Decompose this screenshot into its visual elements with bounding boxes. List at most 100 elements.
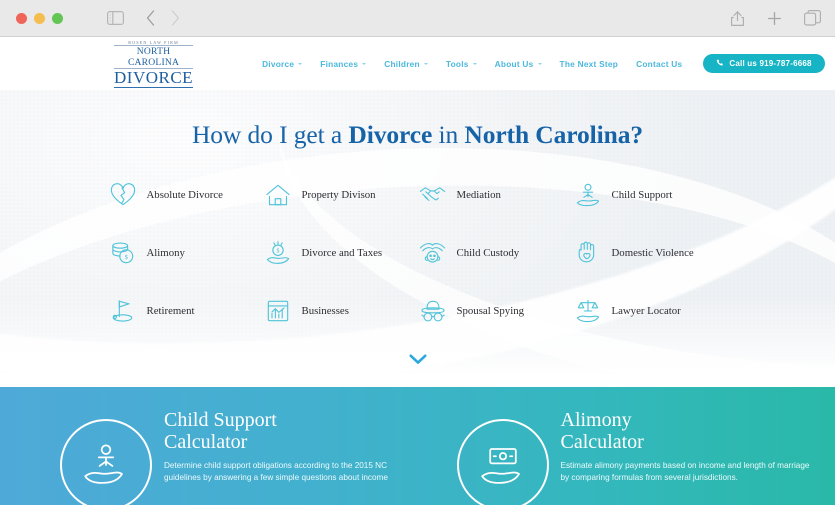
plus-icon[interactable] xyxy=(767,11,782,26)
child-on-hand-icon xyxy=(60,419,152,505)
nav-item-tools[interactable]: Tools xyxy=(437,59,486,69)
phone-icon xyxy=(716,59,724,69)
coins-icon: $ xyxy=(108,238,138,268)
share-icon[interactable] xyxy=(730,10,745,27)
chevron-down-icon xyxy=(298,62,303,65)
child-support-text: Child Support Calculator Determine child… xyxy=(162,409,439,505)
topic-label: Child Support xyxy=(611,189,673,201)
topic-divorce-and-taxes[interactable]: $ Divorce and Taxes xyxy=(263,238,418,268)
nav-label: The Next Step xyxy=(559,58,619,69)
topic-businesses[interactable]: Businesses xyxy=(263,296,418,326)
nav-label: Contact Us xyxy=(636,58,683,69)
calculator-title-line2: Calculator xyxy=(560,431,644,453)
topic-label: Spousal Spying xyxy=(456,305,525,317)
topic-label: Absolute Divorce xyxy=(146,189,223,201)
coin-on-hand-icon: $ xyxy=(263,238,293,268)
scales-on-hand-icon xyxy=(573,296,603,326)
chevron-down-icon xyxy=(537,62,542,65)
child-under-hands-icon xyxy=(418,238,448,268)
nav-item-children[interactable]: Children xyxy=(375,59,437,69)
nav-item-contact-us[interactable]: Contact Us xyxy=(627,59,691,69)
close-window-button[interactable] xyxy=(16,12,27,24)
window-traffic-lights xyxy=(16,12,63,24)
calculator-title-line1: Alimony xyxy=(560,409,632,431)
topic-label: Divorce and Taxes xyxy=(301,247,383,259)
svg-text:$: $ xyxy=(124,254,128,261)
topic-label: Domestic Violence xyxy=(611,247,694,259)
child-support-calculator-card[interactable]: Child Support Calculator Determine child… xyxy=(0,387,439,505)
calculator-title-line2: Calculator xyxy=(164,431,248,453)
svg-text:$: $ xyxy=(276,248,279,255)
spy-hat-glasses-icon xyxy=(418,296,448,326)
chevron-down-icon xyxy=(362,62,367,65)
topic-label: Businesses xyxy=(301,305,349,317)
title-bold-north-carolina: North Carolina? xyxy=(464,120,644,149)
topic-label: Child Custody xyxy=(456,247,520,259)
topic-child-custody[interactable]: Child Custody xyxy=(418,238,573,268)
main-navigation: Divorce Finances Children Tools About Us… xyxy=(253,54,835,73)
sidebar-icon[interactable] xyxy=(107,11,124,25)
money-on-hand-icon xyxy=(456,419,549,505)
topic-alimony[interactable]: $ Alimony xyxy=(108,238,263,268)
topic-spousal-spying[interactable]: Spousal Spying xyxy=(418,296,573,326)
alimony-icon-wrap xyxy=(449,409,559,505)
nav-item-the-next-step[interactable]: The Next Step xyxy=(551,59,628,69)
hero-section: How do I get a Divorce in North Carolina… xyxy=(0,90,835,387)
chevron-left-icon[interactable] xyxy=(146,10,155,26)
topic-domestic-violence[interactable]: Domestic Violence xyxy=(573,238,728,268)
broken-heart-icon xyxy=(108,180,138,210)
chevron-down-icon xyxy=(423,62,428,65)
nav-item-about-us[interactable]: About Us xyxy=(486,59,551,69)
topic-label: Mediation xyxy=(456,189,501,201)
topic-grid: Absolute Divorce Property Divison Mediat… xyxy=(108,180,728,326)
calculator-title: Child Support Calculator xyxy=(164,409,423,453)
nav-label: Finances xyxy=(320,58,359,69)
chevron-down-icon[interactable] xyxy=(0,352,835,370)
nav-label: Tools xyxy=(445,58,469,69)
golf-flag-icon xyxy=(108,296,138,326)
nav-item-divorce[interactable]: Divorce xyxy=(253,59,311,69)
chevron-down-icon xyxy=(472,62,477,65)
call-us-button[interactable]: Call us 919-787-6668 xyxy=(703,54,825,73)
topic-label: Lawyer Locator xyxy=(611,305,681,317)
topic-label: Property Divison xyxy=(301,189,376,201)
topic-retirement[interactable]: Retirement xyxy=(108,296,263,326)
page-title: How do I get a Divorce in North Carolina… xyxy=(0,90,835,150)
title-part-2: in xyxy=(432,120,465,149)
nav-label: About Us xyxy=(494,58,534,69)
title-bold-divorce: Divorce xyxy=(348,120,433,149)
chevron-right-icon[interactable] xyxy=(171,10,180,26)
site-logo[interactable]: ROSEN LAW FIRM NORTH CAROLINA DIVORCE xyxy=(114,40,194,88)
hand-heart-icon xyxy=(573,238,603,268)
topic-lawyer-locator[interactable]: Lawyer Locator xyxy=(573,296,728,326)
handshake-icon xyxy=(418,180,448,210)
bar-chart-icon xyxy=(263,296,293,326)
house-icon xyxy=(263,180,293,210)
maximize-window-button[interactable] xyxy=(52,12,63,24)
child-support-icon-wrap xyxy=(52,409,162,505)
chrome-right-actions xyxy=(730,10,821,27)
logo-state: NORTH CAROLINA xyxy=(114,44,194,69)
calculator-title-line1: Child Support xyxy=(164,409,277,431)
browser-chrome xyxy=(0,0,835,37)
logo-wordmark: DIVORCE xyxy=(114,67,194,88)
alimony-calculator-card[interactable]: Alimony Calculator Estimate alimony paym… xyxy=(439,387,835,505)
calculator-description: Estimate alimony payments based on incom… xyxy=(560,461,810,482)
site-header: ROSEN LAW FIRM NORTH CAROLINA DIVORCE Di… xyxy=(0,37,835,90)
topic-mediation[interactable]: Mediation xyxy=(418,180,573,210)
tab-overview-icon[interactable] xyxy=(804,10,821,26)
topic-property-division[interactable]: Property Divison xyxy=(263,180,418,210)
topic-child-support[interactable]: Child Support xyxy=(573,180,728,210)
topic-label: Alimony xyxy=(146,247,185,259)
alimony-text: Alimony Calculator Estimate alimony paym… xyxy=(559,409,835,505)
nav-item-finances[interactable]: Finances xyxy=(311,59,375,69)
minimize-window-button[interactable] xyxy=(34,12,45,24)
call-us-label: Call us 919-787-6668 xyxy=(729,59,812,68)
child-on-hand-icon xyxy=(573,180,603,210)
topic-label: Retirement xyxy=(146,305,195,317)
calculator-description: Determine child support obligations acco… xyxy=(164,461,388,482)
nav-label: Children xyxy=(384,58,420,69)
calculators-band: Child Support Calculator Determine child… xyxy=(0,387,835,505)
topic-absolute-divorce[interactable]: Absolute Divorce xyxy=(108,180,263,210)
calculator-title: Alimony Calculator xyxy=(561,409,820,453)
